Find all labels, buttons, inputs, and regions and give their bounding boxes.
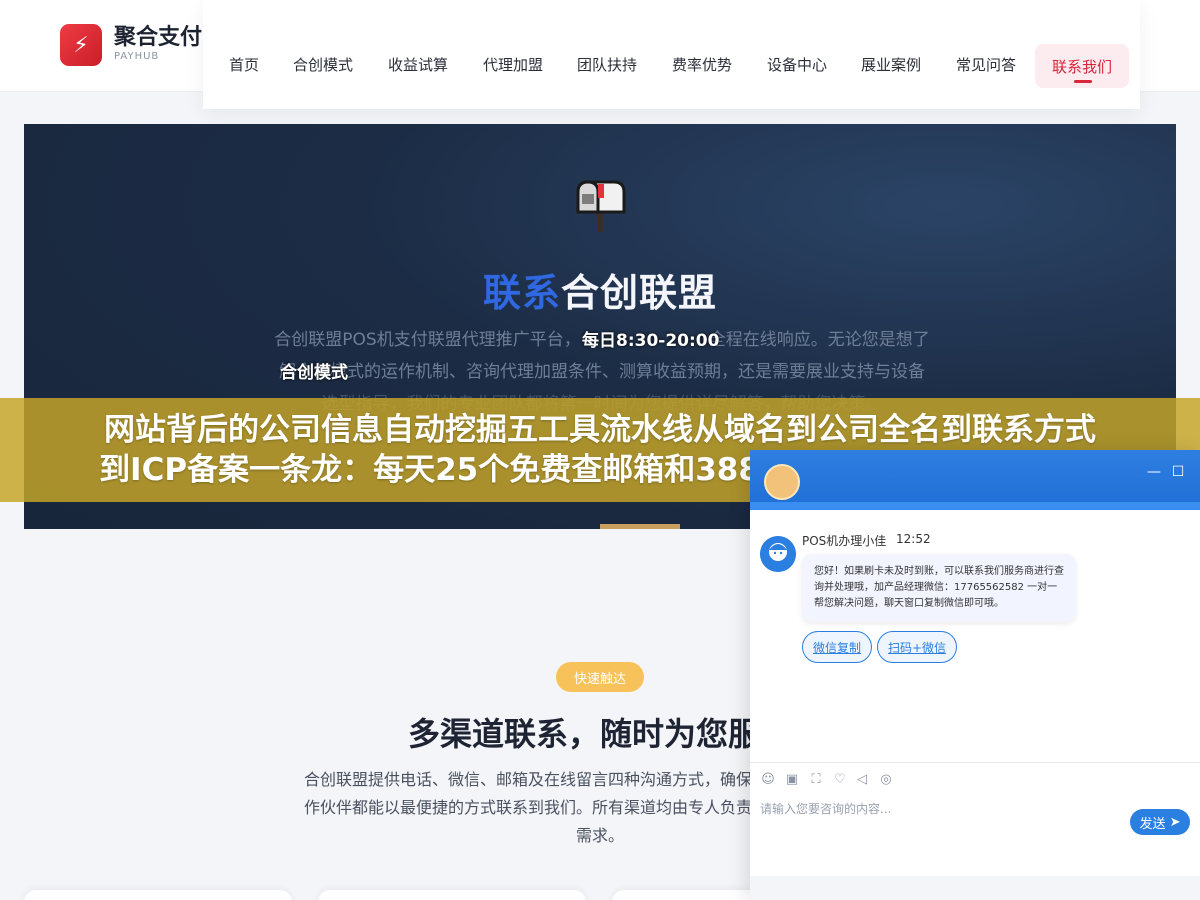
nav-item-income-calc[interactable]: 收益试算 xyxy=(388,54,448,75)
section-badge: 快速触达 xyxy=(556,662,644,692)
quick-reply-scan-wechat[interactable]: 扫码+微信 xyxy=(877,631,958,663)
chat-header-avatar xyxy=(764,464,800,500)
chat-history-icon[interactable]: ◎ xyxy=(878,772,894,788)
chat-footer xyxy=(750,876,1200,900)
logo-text: 聚合支付 PAYHUB xyxy=(114,26,202,64)
nav-item-cooperation-mode[interactable]: 合创模式 xyxy=(293,54,353,75)
contact-card[interactable] xyxy=(318,890,586,900)
logo-icon: ⚡ xyxy=(60,24,102,66)
minimize-icon[interactable]: — xyxy=(1146,464,1162,480)
main-nav: 首页 合创模式 收益试算 代理加盟 团队扶持 费率优势 设备中心 展业案例 常见… xyxy=(203,0,1140,109)
chat-header[interactable] xyxy=(750,450,1200,510)
chat-input[interactable]: 请输入您要咨询的内容... xyxy=(760,800,891,817)
nav-item-device-center[interactable]: 设备中心 xyxy=(767,54,827,75)
brand-name: 聚合支付 xyxy=(114,25,203,50)
image-icon[interactable]: ▣ xyxy=(784,772,800,788)
nav-active-indicator xyxy=(1074,80,1092,83)
quick-reply-copy-wechat[interactable]: 微信复制 xyxy=(802,631,873,663)
hero-title-blue: 联系 xyxy=(482,271,561,315)
screenshot-icon[interactable]: ⛶ xyxy=(808,772,824,788)
hero-slider-indicator[interactable] xyxy=(600,524,680,529)
send-label: 发送 xyxy=(1139,816,1166,832)
message-time: 12:52 xyxy=(896,532,931,546)
logo[interactable]: ⚡ 聚合支付 PAYHUB xyxy=(60,24,202,66)
nav-item-cases[interactable]: 展业案例 xyxy=(861,54,921,75)
emoji-icon[interactable]: ☺ xyxy=(760,772,776,788)
mailbox-icon xyxy=(576,180,626,232)
chat-header-strip xyxy=(750,502,1200,510)
nav-item-agent-join[interactable]: 代理加盟 xyxy=(483,54,543,75)
rating-icon[interactable]: ♡ xyxy=(832,772,848,788)
sound-icon[interactable]: ◁ xyxy=(854,772,870,788)
agent-message: 您好！如果刷卡未及时到账，可以联系我们服务商进行查询并处理哦，加产品经理微信：1… xyxy=(802,554,1076,622)
hero-desc-line2: 解合创模式的运作机制、咨询代理加盟条件、测算收益预期，还是需要展业支持与设备 xyxy=(279,362,925,382)
contact-card[interactable] xyxy=(24,890,292,900)
chat-widget: — ☐ POS机办理小佳 12:52 您好！如果刷卡未及时到账，可以联系我们服务… xyxy=(750,450,1200,900)
overlay-line-1: 网站背后的公司信息自动挖掘五工具流水线从域名到公司全名到联系方式 xyxy=(104,412,1096,448)
chat-divider xyxy=(750,762,1200,763)
nav-item-team-support[interactable]: 团队扶持 xyxy=(577,54,637,75)
hero-mode-label: 合创模式 xyxy=(280,363,348,383)
hero-desc-line1: 合创联盟POS机支付联盟代理推广平台， xyxy=(274,330,581,350)
brand-sub: PAYHUB xyxy=(114,51,160,62)
agent-name: POS机办理小佳 xyxy=(802,534,887,548)
nav-item-faq[interactable]: 常见问答 xyxy=(956,54,1016,75)
send-button[interactable]: 发送 ➤ xyxy=(1130,809,1190,835)
hero-title: 联系合创联盟 xyxy=(24,262,1176,317)
agent-avatar xyxy=(760,536,796,572)
hero-desc-line1-tail: 全程在线响应。无论您是想了 xyxy=(708,330,930,350)
hero-title-white: 合创联盟 xyxy=(561,271,718,315)
nav-item-rate-advantage[interactable]: 费率优势 xyxy=(672,54,732,75)
nav-item-home[interactable]: 首页 xyxy=(229,54,259,75)
send-icon: ➤ xyxy=(1169,814,1181,830)
maximize-icon[interactable]: ☐ xyxy=(1170,464,1186,480)
hero-service-hours: 每日8:30-20:00 xyxy=(582,331,720,351)
